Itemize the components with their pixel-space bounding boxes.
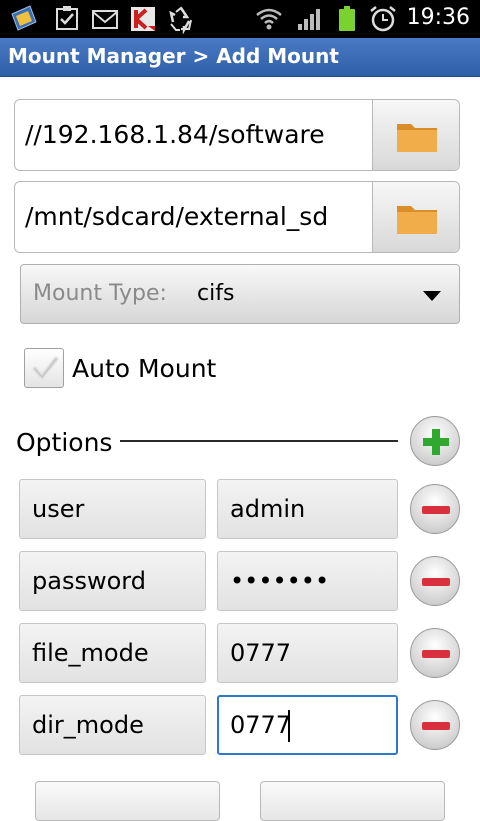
source-browse-button[interactable] xyxy=(372,100,459,170)
minus-icon xyxy=(422,650,450,658)
remove-option-button[interactable] xyxy=(410,628,460,678)
wifi-icon xyxy=(254,4,284,34)
status-time: 19:36 xyxy=(406,5,470,30)
mount-type-value: cifs xyxy=(197,281,235,306)
alarm-icon xyxy=(368,4,398,34)
signal-icon xyxy=(294,4,324,34)
option-key-field[interactable]: password xyxy=(19,551,206,611)
option-value-field[interactable]: 0777 xyxy=(217,623,398,683)
minus-icon xyxy=(422,722,450,730)
gmail-icon xyxy=(90,4,120,34)
option-key-text: dir_mode xyxy=(32,711,144,739)
option-value-text: ••••••• xyxy=(230,567,330,595)
dropdown-arrow-icon xyxy=(423,291,441,301)
remove-option-button[interactable] xyxy=(410,700,460,750)
bottom-right-button[interactable] xyxy=(260,781,445,821)
mount-type-spinner[interactable]: Mount Type: cifs xyxy=(20,264,460,324)
recycle-icon xyxy=(166,4,196,35)
options-divider xyxy=(120,440,398,442)
option-key-field[interactable]: dir_mode xyxy=(19,695,206,755)
auto-mount-label: Auto Mount xyxy=(72,354,217,383)
option-key-text: file_mode xyxy=(32,639,149,667)
option-key-field[interactable]: user xyxy=(19,479,206,539)
option-value-text: 0777 xyxy=(230,711,292,739)
option-value-field[interactable]: admin xyxy=(217,479,398,539)
option-key-field[interactable]: file_mode xyxy=(19,623,206,683)
option-key-text: password xyxy=(32,567,146,595)
option-key-text: user xyxy=(32,495,85,523)
status-bar: 19:36 xyxy=(0,0,480,38)
option-value-text: admin xyxy=(230,495,306,523)
checklist-icon xyxy=(52,4,82,34)
target-path-row: /mnt/sdcard/external_sd xyxy=(14,181,460,253)
option-value-field[interactable]: ••••••• xyxy=(217,551,398,611)
option-value-text: 0777 xyxy=(230,639,292,667)
target-browse-button[interactable] xyxy=(372,182,459,252)
remove-option-button[interactable] xyxy=(410,556,460,606)
source-path-field[interactable]: //192.168.1.84/software xyxy=(25,120,325,149)
options-label: Options xyxy=(16,428,113,457)
bottom-left-button[interactable] xyxy=(35,781,220,821)
text-cursor xyxy=(288,710,290,742)
target-path-field[interactable]: /mnt/sdcard/external_sd xyxy=(25,202,328,231)
auto-mount-checkbox[interactable] xyxy=(24,348,64,388)
app-icon xyxy=(8,4,38,34)
option-value-field-focused[interactable]: 0777 xyxy=(217,695,398,755)
folder-icon xyxy=(397,206,437,234)
page-title: Mount Manager > Add Mount xyxy=(8,44,339,68)
minus-icon xyxy=(422,578,450,586)
add-option-button[interactable] xyxy=(410,416,460,466)
title-bar: Mount Manager > Add Mount xyxy=(0,38,480,77)
battery-icon xyxy=(332,4,362,34)
kaspersky-icon xyxy=(128,4,158,34)
remove-option-button[interactable] xyxy=(410,484,460,534)
plus-icon xyxy=(423,429,449,455)
source-path-row: //192.168.1.84/software xyxy=(14,99,460,171)
checkmark-icon xyxy=(32,356,59,380)
folder-icon xyxy=(397,124,437,152)
mount-type-label: Mount Type: xyxy=(33,281,167,306)
minus-icon xyxy=(422,506,450,514)
